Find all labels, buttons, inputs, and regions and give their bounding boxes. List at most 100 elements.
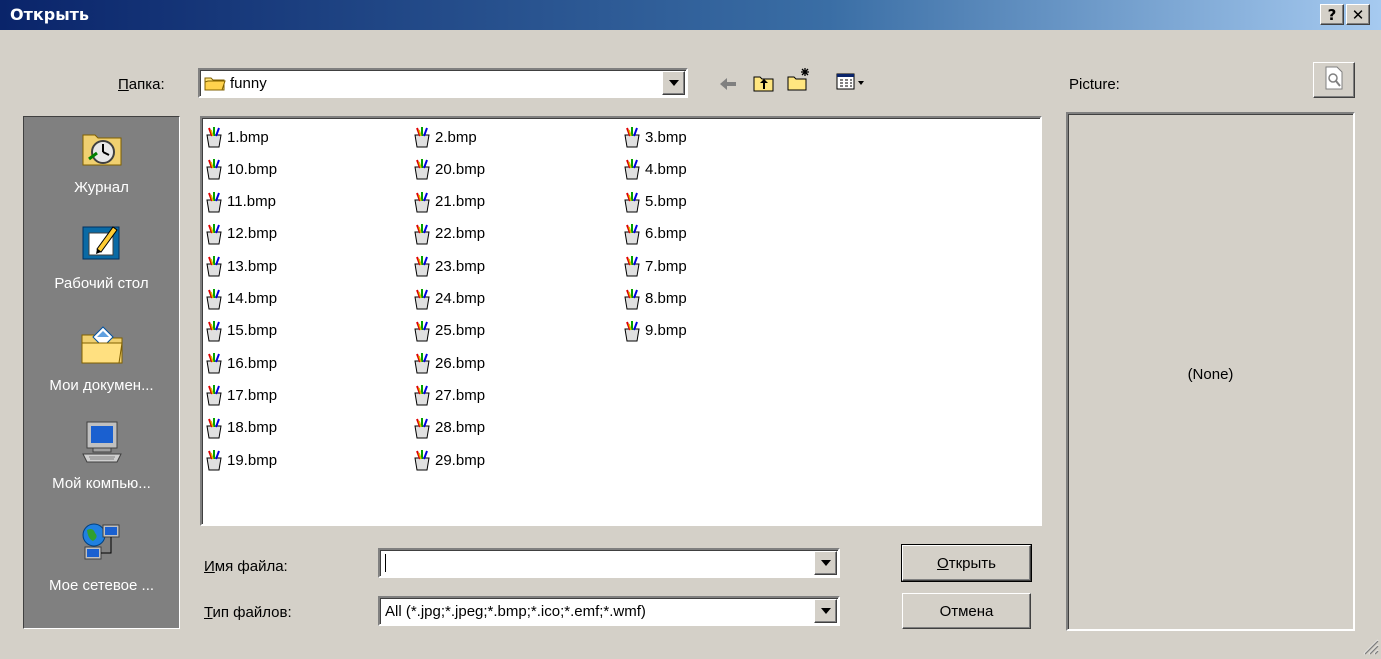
place-my-documents[interactable]: Мои докумен... [24, 323, 179, 394]
preview-label: Picture: [1069, 76, 1120, 93]
file-name: 12.bmp [227, 225, 278, 243]
filetype-label: Тип файлов: [204, 604, 292, 621]
file-name: 25.bmp [435, 322, 486, 340]
filetype-value: All (*.jpg;*.jpeg;*.bmp;*.ico;*.emf;*.wm… [385, 603, 646, 620]
place-label: Рабочий стол [54, 275, 149, 292]
paint-brushes-icon [412, 384, 432, 406]
filetype-combo[interactable]: All (*.jpg;*.jpeg;*.bmp;*.ico;*.emf;*.wm… [378, 596, 840, 626]
place-history[interactable]: Журнал [24, 125, 179, 196]
paint-brushes-icon [204, 255, 224, 277]
file-item[interactable]: 21.bmp [412, 191, 485, 213]
place-my-computer[interactable]: Мой компью... [24, 419, 179, 492]
filetype-dropdown-button[interactable] [814, 599, 837, 623]
paint-brushes-icon [412, 255, 432, 277]
preview-none-text: (None) [1187, 366, 1234, 383]
file-name: 29.bmp [435, 451, 486, 469]
paint-brushes-icon [204, 288, 224, 310]
file-name: 11.bmp [227, 193, 276, 211]
preview-panel: (None) [1066, 112, 1355, 631]
filename-combo[interactable] [378, 548, 840, 578]
back-arrow-icon[interactable] [718, 76, 738, 96]
file-item[interactable]: 8.bmp [622, 288, 687, 310]
file-name: 5.bmp [645, 193, 687, 211]
history-icon [24, 125, 179, 173]
help-button[interactable]: ? [1320, 4, 1344, 25]
file-item[interactable]: 24.bmp [412, 288, 485, 310]
paint-brushes-icon [204, 126, 224, 148]
file-list[interactable]: 1.bmp 10.bmp 11.bmp 12.bmp 13.bmp 14.bmp 15.bm… [200, 116, 1042, 526]
paint-brushes-icon [204, 223, 224, 245]
file-item[interactable]: 11.bmp [204, 191, 276, 213]
file-item[interactable]: 1.bmp [204, 126, 269, 148]
file-item[interactable]: 25.bmp [412, 320, 485, 342]
file-name: 13.bmp [227, 257, 278, 275]
file-item[interactable]: 29.bmp [412, 449, 485, 471]
paint-brushes-icon [204, 320, 224, 342]
place-network[interactable]: Мое сетевое ... [24, 521, 179, 594]
place-label: Мои докумен... [49, 377, 154, 394]
file-item[interactable]: 4.bmp [622, 158, 687, 180]
file-name: 27.bmp [435, 386, 486, 404]
file-item[interactable]: 12.bmp [204, 223, 277, 245]
file-item[interactable]: 13.bmp [204, 255, 277, 277]
paint-brushes-icon [412, 191, 432, 213]
paint-brushes-icon [204, 158, 224, 180]
file-item[interactable]: 15.bmp [204, 320, 277, 342]
places-bar: Журнал Рабочий стол Мои докумен... Мой к… [23, 116, 180, 629]
file-item[interactable]: 7.bmp [622, 255, 687, 277]
size-grip-icon[interactable] [1361, 637, 1379, 659]
file-item[interactable]: 17.bmp [204, 384, 277, 406]
paint-brushes-icon [622, 126, 642, 148]
file-item[interactable]: 23.bmp [412, 255, 485, 277]
file-item[interactable]: 22.bmp [412, 223, 485, 245]
file-name: 16.bmp [227, 354, 278, 372]
file-name: 23.bmp [435, 257, 486, 275]
file-name: 4.bmp [645, 160, 687, 178]
file-item[interactable]: 14.bmp [204, 288, 277, 310]
file-item[interactable]: 27.bmp [412, 384, 485, 406]
file-item[interactable]: 10.bmp [204, 158, 277, 180]
file-name: 28.bmp [435, 419, 486, 437]
file-name: 1.bmp [227, 128, 269, 146]
filename-dropdown-button[interactable] [814, 551, 837, 575]
open-button[interactable]: Открыть [901, 544, 1032, 582]
paint-brushes-icon [412, 417, 432, 439]
paint-brushes-icon [412, 449, 432, 471]
cancel-button[interactable]: Отмена [902, 593, 1031, 629]
file-item[interactable]: 18.bmp [204, 417, 277, 439]
title-bar [0, 0, 1381, 30]
place-label: Журнал [74, 179, 129, 196]
up-folder-icon[interactable] [752, 72, 776, 98]
file-name: 2.bmp [435, 128, 477, 146]
paint-brushes-icon [412, 126, 432, 148]
place-desktop[interactable]: Рабочий стол [24, 221, 179, 292]
file-item[interactable]: 2.bmp [412, 126, 477, 148]
preview-button[interactable] [1313, 62, 1355, 98]
place-label: Мой компью... [52, 475, 151, 492]
file-item[interactable]: 5.bmp [622, 191, 687, 213]
window-title: Открыть [10, 5, 90, 24]
file-name: 18.bmp [227, 419, 278, 437]
file-item[interactable]: 20.bmp [412, 158, 485, 180]
file-item[interactable]: 6.bmp [622, 223, 687, 245]
lookin-combo[interactable]: funny [198, 68, 688, 98]
network-icon [24, 521, 179, 571]
file-item[interactable]: 19.bmp [204, 449, 277, 471]
file-item[interactable]: 16.bmp [204, 352, 277, 374]
lookin-dropdown-button[interactable] [662, 71, 685, 95]
file-name: 6.bmp [645, 225, 687, 243]
file-item[interactable]: 26.bmp [412, 352, 485, 374]
file-item[interactable]: 3.bmp [622, 126, 687, 148]
file-name: 19.bmp [227, 451, 278, 469]
file-item[interactable]: 28.bmp [412, 417, 485, 439]
preview-page-icon [1322, 65, 1346, 95]
my-computer-icon [24, 419, 179, 469]
new-folder-icon[interactable] [786, 66, 812, 96]
close-button[interactable]: ✕ [1346, 4, 1370, 25]
paint-brushes-icon [412, 288, 432, 310]
file-item[interactable]: 9.bmp [622, 320, 687, 342]
file-name: 10.bmp [227, 160, 278, 178]
view-menu-icon[interactable] [836, 72, 868, 96]
filename-label: Имя файла: [204, 558, 288, 575]
lookin-label: Папка: [118, 76, 165, 93]
